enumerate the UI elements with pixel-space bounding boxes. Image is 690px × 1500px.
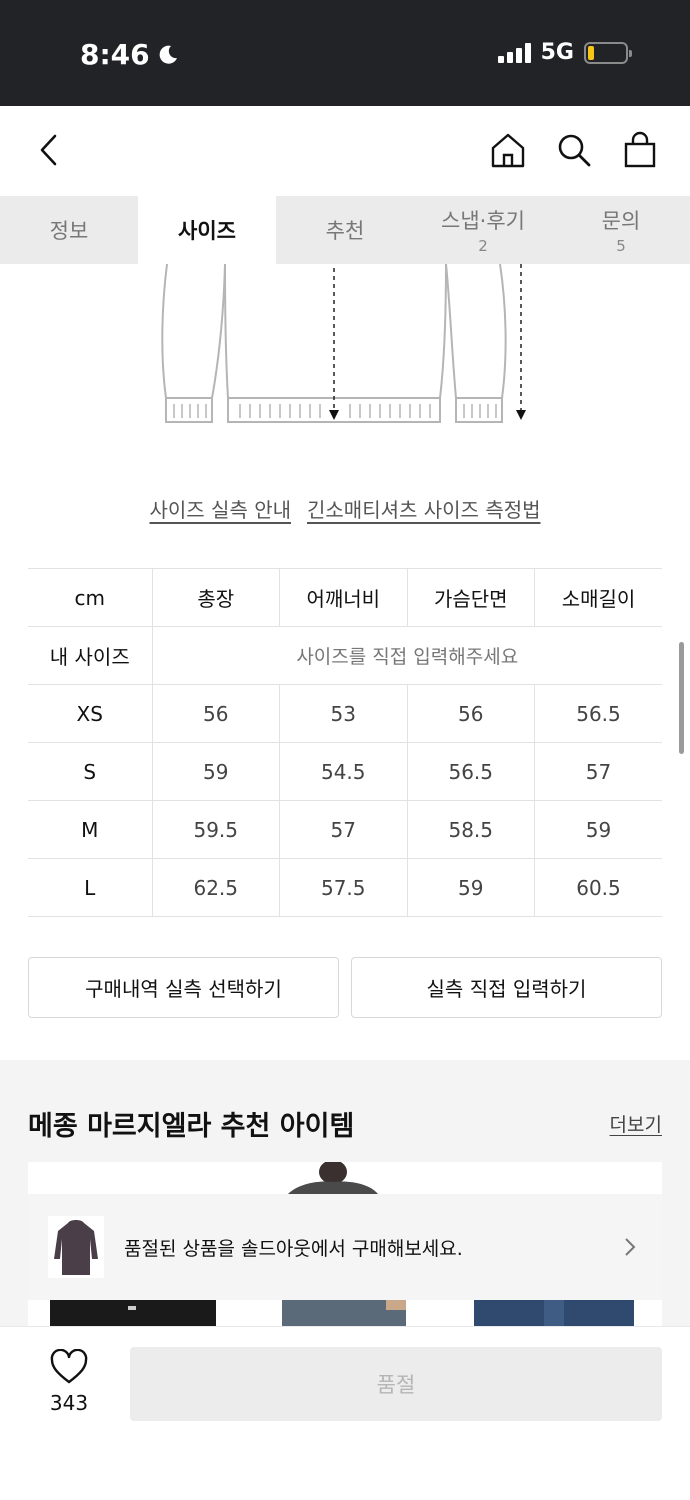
section-title: 메종 마르지엘라 추천 아이템 [28,1111,355,1142]
size-action-row: 구매내역 실측 선택하기 실측 직접 입력하기 [28,957,662,1018]
size-label: S [28,742,152,801]
size-label: L [28,858,152,917]
table-cell: 56.5 [406,742,535,801]
tab-size[interactable]: 사이즈 [138,196,276,264]
table-header-row: cm 총장 어깨너비 가슴단면 소매길이 [28,568,662,627]
table-cell: 59 [406,858,535,917]
product-tabs: 정보 사이즈 추천 스냅·후기 2 문의 5 [0,196,690,264]
status-bar: 8:46 5G [0,0,690,106]
table-row: M 59.5 57 58.5 59 [28,800,662,859]
back-chevron-icon[interactable] [30,130,70,170]
select-purchase-history-button[interactable]: 구매내역 실측 선택하기 [28,957,339,1018]
measure-method-link[interactable]: 긴소매티셔츠 사이즈 측정법 [307,494,541,523]
size-guide-links: 사이즈 실측 안내 긴소매티셔츠 사이즈 측정법 [0,494,690,523]
table-cell: 58.5 [406,800,535,859]
table-cell: 59 [534,800,662,859]
signal-icon [497,42,531,63]
tab-recommend[interactable]: 추천 [276,196,414,264]
table-cell: 53 [279,684,407,743]
table-row: L 62.5 57.5 59 60.5 [28,858,662,917]
table-cell: 54.5 [279,742,407,801]
my-size-row[interactable]: 내 사이즈 사이즈를 직접 입력해주세요 [28,626,662,685]
size-label: XS [28,684,152,743]
network-label: 5G [540,40,574,65]
header-cell: 어깨너비 [279,568,407,627]
table-cell: 57 [279,800,407,859]
battery-icon [584,41,632,64]
my-size-input-hint[interactable]: 사이즈를 직접 입력해주세요 [151,626,662,685]
size-measure-guide-link[interactable]: 사이즈 실측 안내 [149,494,291,523]
bottom-action-bar: 343 품절 [0,1326,690,1500]
soldout-button: 품절 [130,1347,662,1421]
garment-measurement-diagram [161,264,526,423]
moon-icon [159,45,177,64]
table-cell: 57 [534,742,662,801]
header-cell: 가슴단면 [406,568,535,627]
hoodie-icon [54,1220,98,1275]
direct-input-button[interactable]: 실측 직접 입력하기 [351,957,662,1018]
table-row: XS 56 53 56 56.5 [28,684,662,743]
table-row: S 59 54.5 56.5 57 [28,742,662,801]
header-cell: 총장 [151,568,280,627]
tab-count: 2 [478,237,488,255]
tab-inquiry[interactable]: 문의 5 [552,196,690,264]
table-cell: 56 [151,684,280,743]
table-cell: 62.5 [151,858,280,917]
product-image[interactable] [278,1162,388,1194]
see-more-link[interactable]: 더보기 [610,1110,662,1137]
tab-count: 5 [616,237,626,255]
header-actions [488,130,660,170]
tab-snap-review[interactable]: 스냅·후기 2 [414,196,552,264]
unit-cell: cm [28,568,152,627]
table-cell: 59.5 [151,800,280,859]
like-button[interactable]: 343 [34,1349,104,1415]
tab-info[interactable]: 정보 [0,196,138,264]
like-count: 343 [49,1391,89,1415]
table-cell: 56 [406,684,535,743]
table-cell: 59 [151,742,280,801]
size-table: cm 총장 어깨너비 가슴단면 소매길이 내 사이즈 사이즈를 직접 입력해주세… [28,568,662,917]
soldout-banner[interactable]: 품절된 상품을 솔드아웃에서 구매해보세요. [28,1194,662,1300]
home-icon[interactable] [488,130,528,170]
recommendation-section: 메종 마르지엘라 추천 아이템 더보기 품절된 상품을 솔드아웃에서 구매해보세… [0,1060,690,1330]
table-cell: 57.5 [279,858,407,917]
search-icon[interactable] [554,130,594,170]
size-label: M [28,800,152,859]
table-cell: 56.5 [534,684,662,743]
status-time: 8:46 [80,38,150,71]
heart-icon [50,1349,88,1384]
shopping-bag-icon[interactable] [620,130,660,170]
chevron-right-icon [625,1238,636,1256]
my-size-label: 내 사이즈 [28,626,152,685]
status-time-group: 8:46 [80,38,180,71]
table-cell: 60.5 [534,858,662,917]
soldout-banner-text: 품절된 상품을 솔드아웃에서 구매해보세요. [124,1237,463,1260]
status-indicators: 5G [497,40,632,65]
header-cell: 소매길이 [534,568,662,627]
hoodie-thumbnail [48,1216,104,1278]
scrollbar[interactable] [679,642,684,754]
app-header [0,106,690,196]
